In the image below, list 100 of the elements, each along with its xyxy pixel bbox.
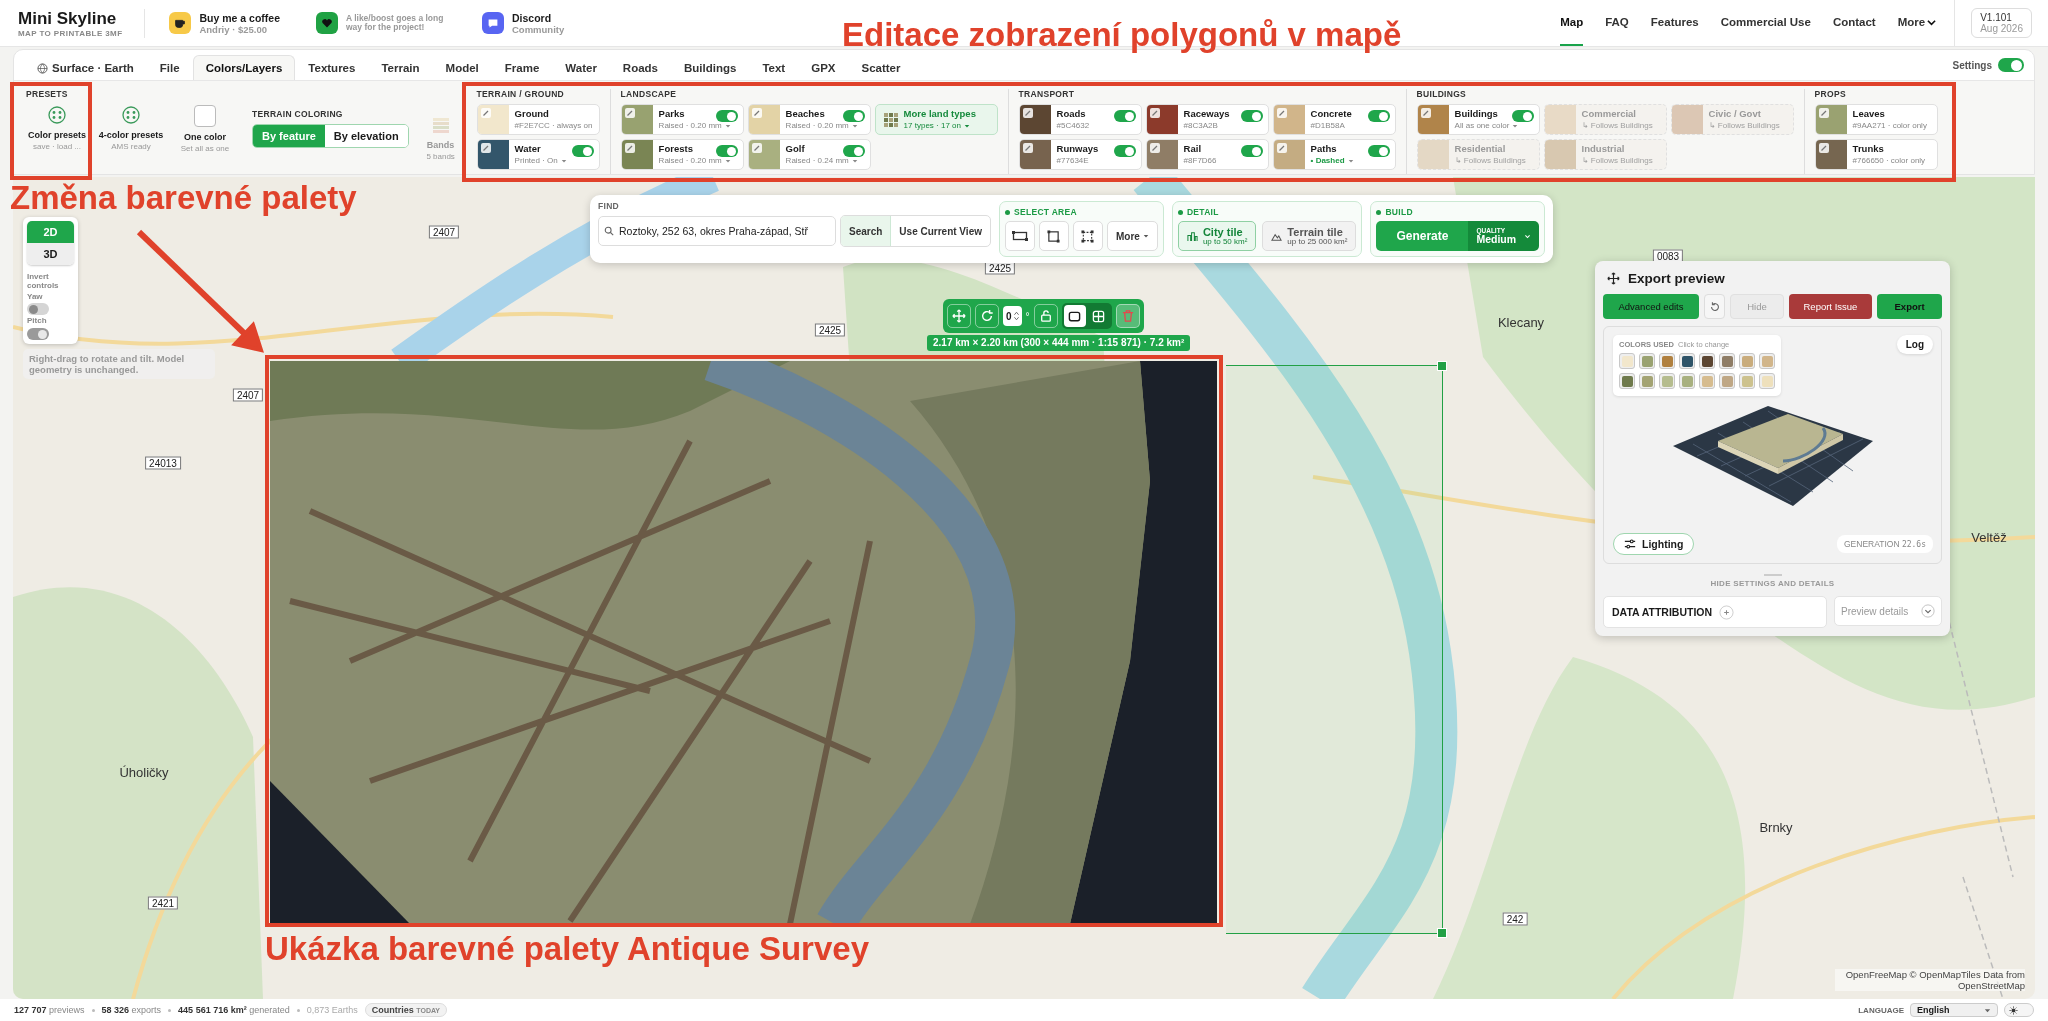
move-icon[interactable] <box>1607 272 1620 285</box>
color-swatch[interactable] <box>1659 373 1675 389</box>
lock-button[interactable] <box>1033 304 1058 328</box>
color-swatch[interactable] <box>1619 373 1635 389</box>
color-swatch[interactable] <box>1671 105 1703 134</box>
reset-button[interactable] <box>1703 294 1726 319</box>
nav-link[interactable]: Commercial Use <box>1720 0 1811 46</box>
tab[interactable]: Model <box>432 55 492 80</box>
toggle-switch[interactable] <box>1113 110 1136 122</box>
layer-card[interactable]: Parks Raised · 0.20 mm <box>620 104 744 135</box>
toggle-switch[interactable] <box>1240 145 1263 157</box>
color-swatch[interactable] <box>1759 373 1775 389</box>
toggle-switch[interactable] <box>27 303 49 316</box>
delete-button[interactable] <box>1115 304 1140 328</box>
toggle-switch[interactable] <box>1367 110 1390 122</box>
tab[interactable]: Terrain <box>368 55 433 80</box>
color-swatch[interactable] <box>1719 373 1735 389</box>
color-swatch[interactable] <box>477 105 509 134</box>
tab[interactable]: Colors/Layers <box>192 55 296 80</box>
preset-button[interactable]: One color Set all as one <box>174 105 236 153</box>
color-swatch[interactable] <box>1759 353 1775 369</box>
layer-card[interactable]: Raceways #8C3A2B <box>1145 104 1269 135</box>
tab[interactable]: Water <box>552 55 610 80</box>
spinner-icon[interactable] <box>1013 311 1019 321</box>
color-swatch[interactable] <box>1417 140 1449 169</box>
toggle-switch[interactable] <box>571 145 594 157</box>
color-swatch[interactable] <box>1619 353 1635 369</box>
nav-link[interactable]: FAQ <box>1605 0 1629 46</box>
tab[interactable]: Roads <box>609 55 671 80</box>
preset-button[interactable]: Color presets save · load ... <box>26 105 88 153</box>
detail-option[interactable]: Terrain tile up to 25 000 km² <box>1262 221 1357 251</box>
color-swatch[interactable] <box>1719 353 1735 369</box>
toggle-switch[interactable] <box>715 110 738 122</box>
toggle-switch[interactable] <box>715 145 738 157</box>
color-swatch[interactable] <box>748 140 780 169</box>
color-swatch[interactable] <box>1815 105 1847 134</box>
nav-link[interactable]: Map <box>1560 0 1584 46</box>
nav-link[interactable]: Contact <box>1832 0 1876 46</box>
corners-tool-button[interactable] <box>1073 221 1103 251</box>
log-button[interactable]: Log <box>1896 335 1933 354</box>
layer-card[interactable]: More land types 17 types · 17 on <box>874 104 998 135</box>
action-button[interactable]: Advanced edits <box>1603 294 1699 319</box>
action-button[interactable]: Export <box>1877 294 1942 319</box>
color-swatch[interactable] <box>1273 140 1305 169</box>
color-swatch[interactable] <box>1699 353 1715 369</box>
layer-card[interactable]: Leaves #9AA271 · color only <box>1814 104 1938 135</box>
color-swatch[interactable] <box>621 105 653 134</box>
tab[interactable]: Surface · Earth <box>24 55 147 80</box>
promo-link[interactable]: Discord Community <box>482 11 565 35</box>
color-swatch[interactable] <box>748 105 780 134</box>
nav-link[interactable]: More <box>1897 0 1937 46</box>
toggle-switch[interactable] <box>1511 110 1534 122</box>
color-swatch[interactable] <box>621 140 653 169</box>
data-attribution-button[interactable]: DATA ATTRIBUTION <box>1603 596 1827 628</box>
color-swatch[interactable] <box>1544 140 1576 169</box>
color-swatch[interactable] <box>1815 140 1847 169</box>
layer-card[interactable]: Beaches Raised · 0.20 mm <box>747 104 871 135</box>
caret-icon[interactable] <box>1347 157 1354 164</box>
color-swatch[interactable] <box>1417 105 1449 134</box>
theme-toggle[interactable] <box>2004 1003 2034 1017</box>
tab[interactable]: File <box>146 55 193 80</box>
toggle-switch[interactable] <box>842 110 865 122</box>
toggle-switch[interactable] <box>842 145 865 157</box>
color-swatch[interactable] <box>1659 353 1675 369</box>
layer-card[interactable]: Trunks #766650 · color only <box>1814 139 1938 170</box>
color-swatch[interactable] <box>1019 105 1051 134</box>
detail-option[interactable]: City tile up to 50 km² <box>1177 221 1257 251</box>
view-mode-button[interactable]: 3D <box>27 243 74 265</box>
language-dropdown[interactable]: English <box>1910 1003 1998 1017</box>
color-swatch[interactable] <box>1679 353 1695 369</box>
toggle-switch[interactable] <box>27 328 49 341</box>
color-swatch[interactable] <box>1146 105 1178 134</box>
color-swatch[interactable] <box>1739 353 1755 369</box>
square-tool-button[interactable] <box>1039 221 1069 251</box>
color-swatch[interactable] <box>1544 105 1576 134</box>
rectangle-tool-button[interactable] <box>1005 221 1035 251</box>
caret-icon[interactable] <box>964 122 970 129</box>
layer-card[interactable]: Concrete #D1B58A <box>1272 104 1396 135</box>
search-button[interactable]: Search <box>841 216 892 246</box>
current-view-button[interactable]: Use Current View <box>891 216 990 246</box>
lighting-button[interactable]: Lighting <box>1613 533 1695 555</box>
segment-button[interactable]: By elevation <box>324 125 408 147</box>
layer-card[interactable]: Ground #F2E7CC · always on <box>476 104 600 135</box>
toggle-switch[interactable] <box>1367 145 1390 157</box>
layer-card[interactable]: Golf Raised · 0.24 mm <box>747 139 871 170</box>
color-swatch[interactable] <box>1146 140 1178 169</box>
tab[interactable]: Buildings <box>671 55 750 80</box>
color-swatch[interactable] <box>1639 373 1655 389</box>
color-swatch[interactable] <box>1019 140 1051 169</box>
action-button[interactable]: Report Issue <box>1788 294 1873 319</box>
single-tile-button[interactable] <box>1063 305 1086 327</box>
color-swatch[interactable] <box>1739 373 1755 389</box>
tab[interactable]: Frame <box>491 55 553 80</box>
color-swatch[interactable] <box>1699 373 1715 389</box>
promo-link[interactable]: Buy me a coffee Andriy · $25.00 <box>169 11 280 35</box>
tab[interactable]: GPX <box>798 55 849 80</box>
toggle-switch[interactable] <box>1113 145 1136 157</box>
layer-card[interactable]: Buildings All as one color <box>1416 104 1540 135</box>
tab[interactable]: Text <box>749 55 799 80</box>
toggle-switch[interactable] <box>1240 110 1263 122</box>
